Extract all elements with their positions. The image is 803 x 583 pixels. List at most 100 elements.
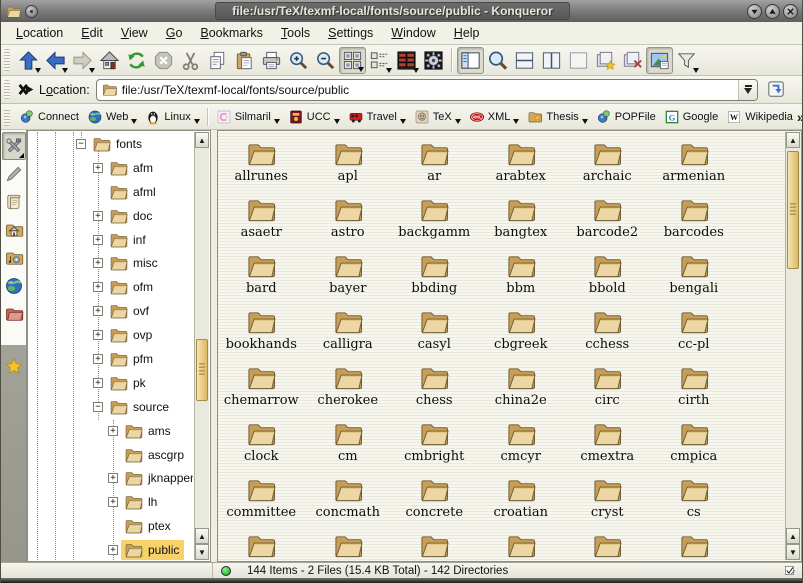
scroll-down-button[interactable]: ▼	[195, 544, 209, 560]
tree-expander[interactable]	[108, 521, 118, 531]
folder-item[interactable]	[305, 531, 392, 561]
connect[interactable]: Connect	[15, 107, 83, 127]
folder-item[interactable]: bard	[218, 251, 305, 307]
sidebar-config-tab[interactable]	[2, 132, 26, 160]
tree-expander[interactable]	[93, 306, 103, 316]
tree-expander[interactable]	[76, 139, 86, 149]
sidebar-home-tab[interactable]	[2, 216, 26, 244]
close-tab-button[interactable]	[619, 47, 646, 74]
forward-button[interactable]	[69, 47, 96, 74]
folder-item[interactable]: armenian	[651, 139, 738, 195]
web[interactable]: Web	[83, 107, 141, 127]
scroll-up-button[interactable]: ▲	[786, 132, 800, 148]
folder-item[interactable]: cmbright	[391, 419, 478, 475]
main-scrollbar[interactable]: ▲ ▲ ▼	[785, 132, 800, 560]
scrollbar-thumb[interactable]	[787, 151, 799, 269]
folder-item[interactable]: bbm	[478, 251, 565, 307]
tree-expander[interactable]	[93, 402, 103, 412]
ptex[interactable]: ptex	[29, 514, 193, 538]
pk[interactable]: pk	[29, 371, 193, 395]
settings[interactable]: Settings	[319, 23, 382, 43]
tree-expander[interactable]	[108, 545, 118, 555]
folder-item[interactable]: bbold	[564, 251, 651, 307]
ams[interactable]: ams	[29, 419, 193, 443]
thesis[interactable]: Thesis	[523, 107, 591, 127]
tree-expander[interactable]	[93, 354, 103, 364]
tree-expander[interactable]	[93, 211, 103, 221]
location-input[interactable]	[118, 83, 738, 97]
location-combobox[interactable]	[96, 79, 758, 101]
scroll-down-button[interactable]: ▼	[786, 544, 800, 560]
ovp[interactable]: ovp	[29, 323, 193, 347]
sidebar-services-tab[interactable]	[2, 244, 26, 272]
copy-button[interactable]	[204, 47, 231, 74]
sidebar-history-tab[interactable]	[2, 188, 26, 216]
folder-item[interactable]: bengali	[651, 251, 738, 307]
pfm[interactable]: pfm	[29, 347, 193, 371]
ofm[interactable]: ofm	[29, 275, 193, 299]
sidebar-star-tab[interactable]	[2, 352, 26, 380]
new-tab-button[interactable]	[592, 47, 619, 74]
afml[interactable]: afml	[29, 180, 193, 204]
folder-item[interactable]: chess	[391, 363, 478, 419]
folder-item[interactable]: cbgreek	[478, 307, 565, 363]
folder-item[interactable]: concrete	[391, 475, 478, 531]
folder-item[interactable]: bbding	[391, 251, 478, 307]
html-view-button[interactable]	[393, 47, 420, 74]
clear-location-button[interactable]	[15, 79, 37, 101]
toolbar-handle[interactable]	[4, 108, 10, 126]
paste-button[interactable]	[231, 47, 258, 74]
zoom-in-button[interactable]	[285, 47, 312, 74]
linux[interactable]: Linux	[141, 107, 203, 127]
folder-item[interactable]: chemarrow	[218, 363, 305, 419]
window[interactable]: Window	[382, 23, 444, 43]
maximize-button[interactable]	[765, 4, 780, 19]
location-dropdown-button[interactable]	[738, 80, 757, 100]
close-button[interactable]	[783, 4, 798, 19]
scroll-up-button[interactable]: ▲	[195, 132, 209, 148]
navigation-panel-button[interactable]	[457, 47, 484, 74]
folder-item[interactable]: circ	[564, 363, 651, 419]
folder-item[interactable]: cm	[305, 419, 392, 475]
fonts[interactable]: fonts	[29, 132, 193, 156]
tree-expander[interactable]	[93, 258, 103, 268]
folder-item[interactable]: cirth	[651, 363, 738, 419]
tree-expander[interactable]	[93, 235, 103, 245]
stop-button[interactable]	[150, 47, 177, 74]
scrollbar-thumb[interactable]	[196, 339, 208, 401]
popfile[interactable]: POPFile	[592, 107, 660, 127]
folder-item[interactable]: cmextra	[564, 419, 651, 475]
folder-item[interactable]: cryst	[564, 475, 651, 531]
folder-item[interactable]: casyl	[391, 307, 478, 363]
folder-item[interactable]: china2e	[478, 363, 565, 419]
folder-item[interactable]: cchess	[564, 307, 651, 363]
toolbar-handle[interactable]	[4, 49, 10, 71]
folder-item[interactable]	[651, 531, 738, 561]
ascgrp[interactable]: ascgrp	[29, 443, 193, 467]
tree-expander[interactable]	[108, 473, 118, 483]
tree-expander[interactable]	[93, 378, 103, 388]
inf[interactable]: inf	[29, 228, 193, 252]
home-button[interactable]	[96, 47, 123, 74]
minimize-button[interactable]	[747, 4, 762, 19]
filter-button[interactable]	[673, 47, 700, 74]
folder-item[interactable]: bangtex	[478, 195, 565, 251]
folder-item[interactable]: concmath	[305, 475, 392, 531]
folder-item[interactable]: arabtex	[478, 139, 565, 195]
tree-scrollbar[interactable]: ▲ ▲ ▼	[194, 132, 209, 560]
source[interactable]: source	[29, 395, 193, 419]
reload-button[interactable]	[123, 47, 150, 74]
bookmarks[interactable]: Bookmarks	[191, 23, 272, 43]
tex[interactable]: TeX	[410, 107, 465, 127]
jknappen[interactable]: jknappen	[29, 466, 193, 490]
gear-view-button[interactable]	[420, 47, 447, 74]
tree-expander[interactable]	[93, 187, 103, 197]
folder-item[interactable]	[478, 531, 565, 561]
folder-item[interactable]: bayer	[305, 251, 392, 307]
scroll-up-button[interactable]: ▲	[786, 528, 800, 544]
find-button[interactable]	[484, 47, 511, 74]
folder-item[interactable]: archaic	[564, 139, 651, 195]
folder-item[interactable]: apl	[305, 139, 392, 195]
folder-item[interactable]: barcode2	[564, 195, 651, 251]
sidebar-bookmarks-tab[interactable]	[2, 160, 26, 188]
